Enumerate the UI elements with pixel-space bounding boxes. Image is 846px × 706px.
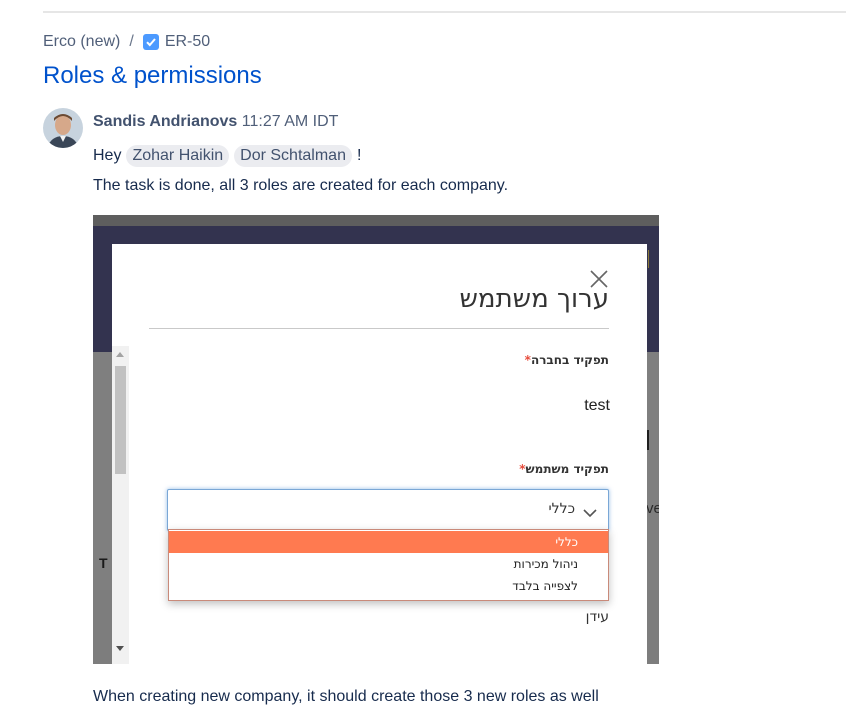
next-field-value[interactable]: עידן (586, 609, 609, 625)
chevron-down-icon[interactable] (583, 505, 597, 518)
comment-header: Sandis Andrianovs 11:27 AM IDT (93, 113, 338, 131)
modal-title: ערוך משתמש (459, 284, 609, 314)
user-role-option[interactable]: לצפייה בלבד (169, 575, 608, 597)
comment-body-line-1: The task is done, all 3 roles are create… (93, 177, 509, 194)
comment-body-line-2: When creating new company, it should cre… (93, 688, 599, 705)
comment-greeting: Hey Zohar Haikin Dor Schtalman ! (93, 145, 361, 167)
page-title[interactable]: Roles & permissions (43, 62, 262, 90)
user-role-select[interactable]: כללי (167, 489, 609, 531)
task-type-icon (142, 34, 159, 50)
modal-divider (149, 328, 609, 329)
user-role-option[interactable]: כללי (169, 531, 608, 553)
company-role-label: תפקיד בחברה* (524, 353, 609, 367)
user-role-option[interactable]: ניהול מכירות (169, 553, 608, 575)
avatar[interactable] (43, 108, 83, 148)
screenshot-bg-text-right: ve (646, 500, 659, 517)
comment-time[interactable]: 11:27 AM IDT (242, 113, 339, 130)
breadcrumb-separator: / (129, 33, 134, 50)
user-role-dropdown: כללי ניהול מכירות לצפייה בלבד (168, 529, 609, 601)
breadcrumb-issue-link[interactable]: ER-50 (165, 33, 210, 51)
scroll-thumb[interactable] (115, 366, 126, 474)
screenshot-top-bar (93, 215, 659, 226)
modal-scrollbar[interactable] (112, 346, 129, 664)
greeting-prefix: Hey (93, 147, 122, 164)
edit-user-modal: ערוך משתמש תפקיד בחברה* test תפקיד משתמש… (112, 244, 647, 664)
screenshot-bg-text-left: T (99, 555, 108, 571)
mention-zohar[interactable]: Zohar Haikin (126, 145, 230, 167)
greeting-suffix: ! (356, 147, 362, 164)
breadcrumb: Erco (new) / ER-50 (43, 33, 210, 51)
user-role-selected: כללי (548, 501, 575, 517)
scroll-down-icon[interactable] (116, 646, 124, 651)
top-divider (43, 11, 846, 13)
screenshot-header-accent (648, 250, 649, 268)
mention-dor[interactable]: Dor Schtalman (234, 145, 352, 167)
attached-screenshot[interactable]: T ve ערוך משתמש תפקיד בחברה* test תפקיד … (93, 215, 659, 664)
comment-author[interactable]: Sandis Andrianovs (93, 113, 237, 130)
user-role-label: תפקיד משתמש* (519, 462, 609, 476)
company-role-value[interactable]: test (584, 397, 610, 415)
scroll-up-icon[interactable] (116, 352, 124, 357)
breadcrumb-project-link[interactable]: Erco (new) (43, 33, 120, 51)
